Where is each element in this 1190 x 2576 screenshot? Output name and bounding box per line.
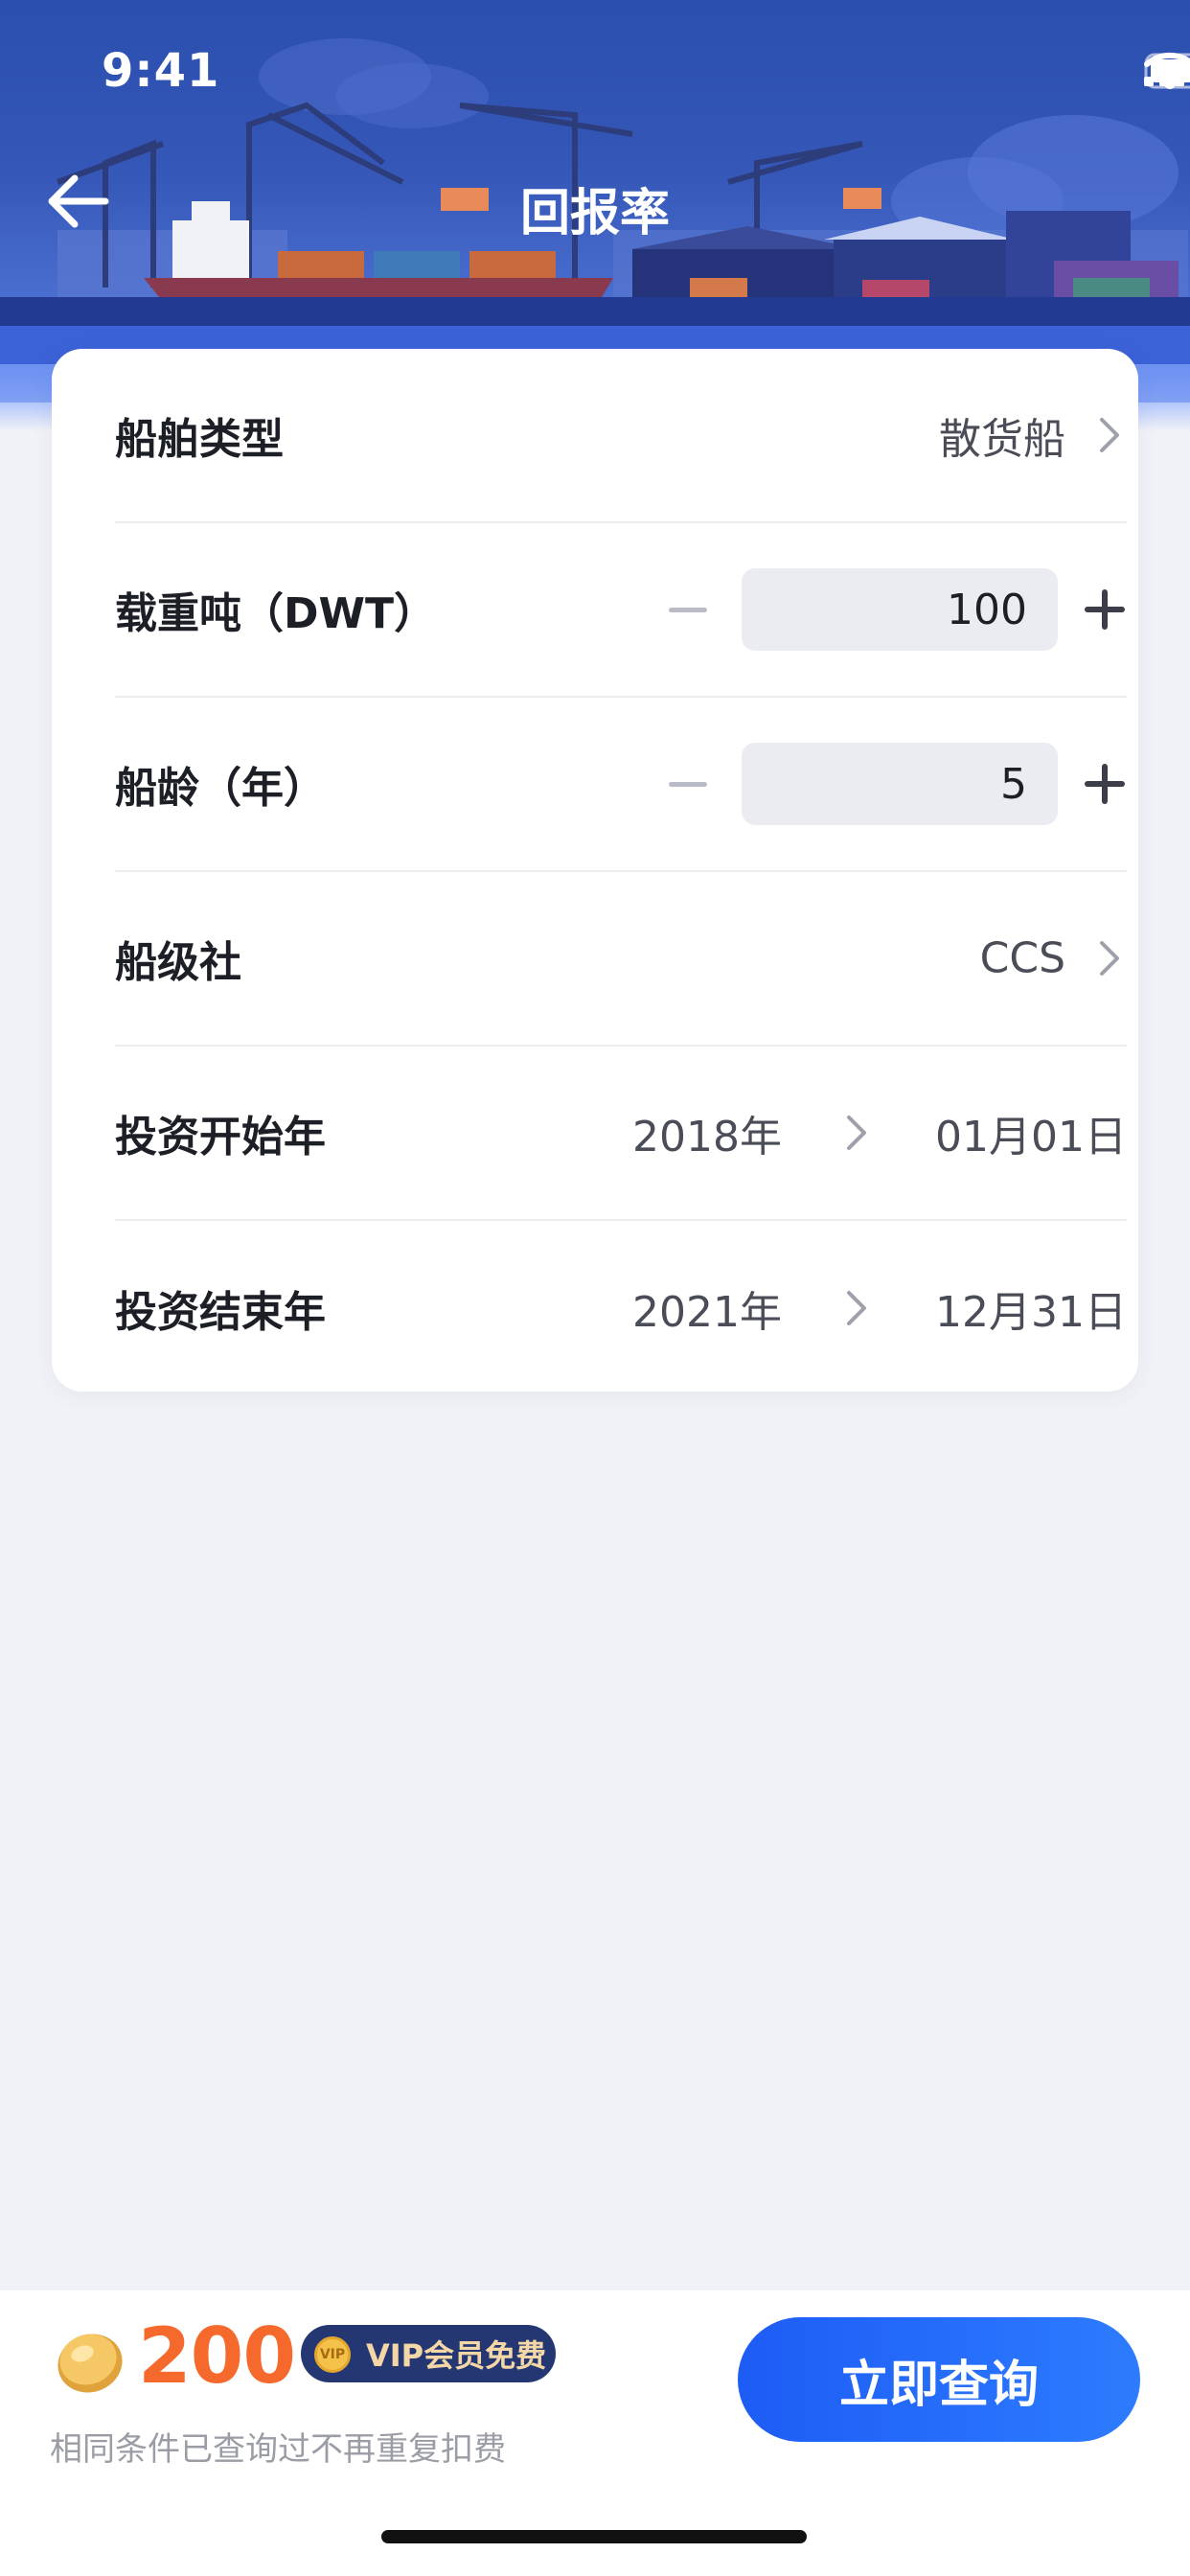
dwt-row: 载重吨（DWT）: [115, 523, 1127, 698]
dwt-decrement-button[interactable]: [667, 588, 709, 631]
ship-type-label: 船舶类型: [115, 415, 284, 464]
invest-end-label: 投资结束年: [115, 1288, 326, 1337]
invest-start-year[interactable]: 2018年: [632, 1102, 782, 1163]
ship-age-row: 船龄（年）: [115, 698, 1127, 872]
status-time: 9:41: [102, 44, 220, 98]
battery-icon: [1144, 53, 1190, 89]
chevron-right-icon: [1100, 941, 1119, 976]
status-bar: 9:41: [0, 0, 1190, 144]
ship-type-row[interactable]: 船舶类型 散货船: [115, 349, 1127, 523]
chevron-right-icon: [847, 1291, 866, 1325]
vip-badge-text: VIP会员免费: [366, 2337, 547, 2374]
class-society-value: CCS: [979, 933, 1065, 983]
gold-coin-icon: [57, 2334, 123, 2393]
class-society-label: 船级社: [115, 938, 241, 987]
home-indicator: [381, 2530, 807, 2543]
chevron-right-icon: [847, 1116, 866, 1150]
class-society-row[interactable]: 船级社 CCS: [115, 872, 1127, 1046]
chevron-right-icon: [1100, 418, 1119, 452]
ship-age-input[interactable]: [742, 743, 1058, 825]
query-now-button[interactable]: 立即查询: [738, 2317, 1140, 2442]
invest-end-year[interactable]: 2021年: [632, 1277, 782, 1339]
ship-age-label: 船龄（年）: [115, 764, 326, 813]
nav-bar: 回报率: [0, 153, 1190, 249]
ship-type-value: 散货船: [939, 415, 1065, 464]
invest-end-month-day[interactable]: 12月31日: [935, 1277, 1127, 1339]
invest-start-row: 投资开始年 2018年 01月01日: [115, 1046, 1127, 1221]
page-title: 回报率: [519, 185, 670, 242]
ship-age-increment-button[interactable]: [1083, 762, 1127, 806]
dwt-label: 载重吨（DWT）: [115, 589, 437, 638]
invest-start-label: 投资开始年: [115, 1113, 326, 1162]
dwt-increment-button[interactable]: [1083, 587, 1127, 632]
query-price: 200: [138, 2312, 296, 2401]
invest-start-month-day[interactable]: 01月01日: [935, 1102, 1127, 1163]
vip-free-badge: VIP VIP会员免费: [301, 2325, 556, 2382]
ship-age-decrement-button[interactable]: [667, 763, 709, 805]
dwt-input[interactable]: [742, 568, 1058, 651]
no-repeat-charge-note: 相同条件已查询过不再重复扣费: [50, 2430, 506, 2469]
invest-end-row: 投资结束年 2021年 12月31日: [115, 1221, 1127, 1395]
vip-coin-icon: VIP: [314, 2336, 351, 2373]
query-form-card: 船舶类型 散货船 载重吨（DWT） 船龄（年） 船级社 CCS 投资开始年 20…: [52, 349, 1138, 1392]
